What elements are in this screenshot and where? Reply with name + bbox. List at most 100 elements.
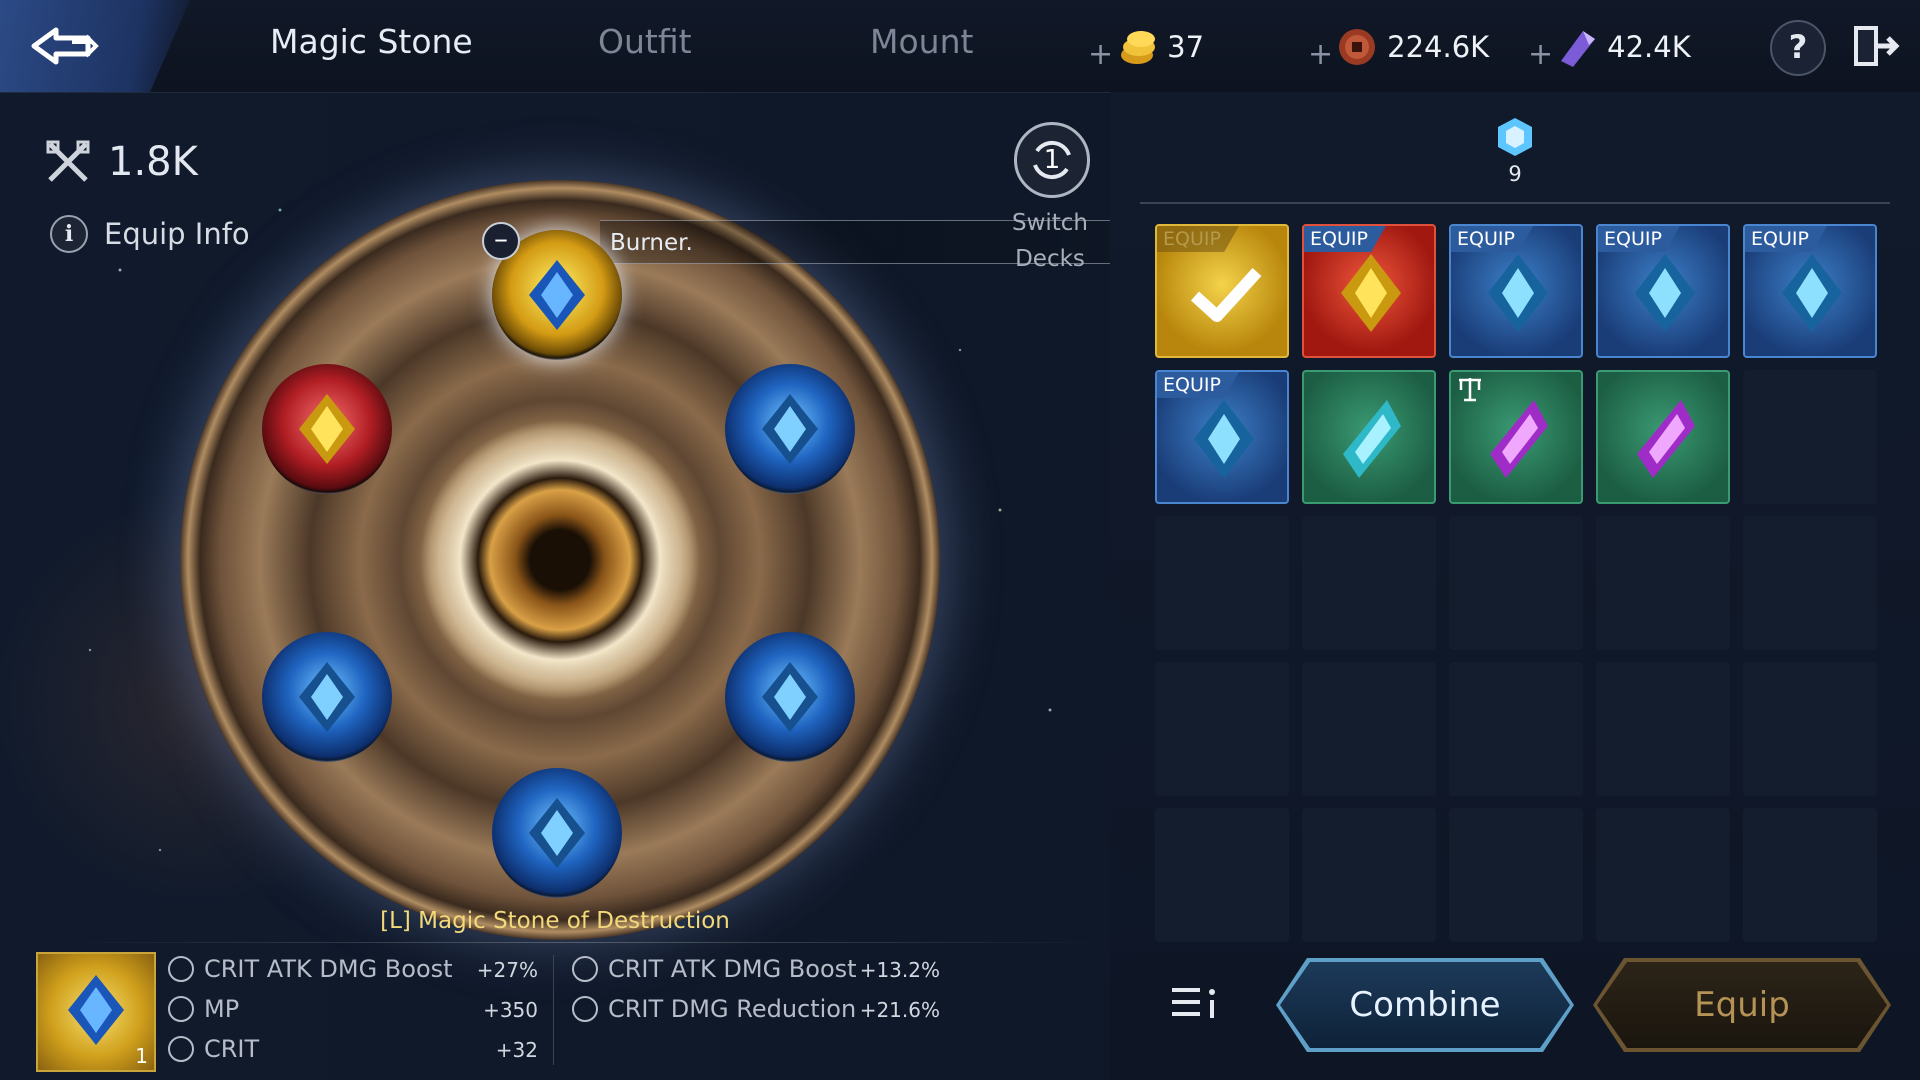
- combine-button[interactable]: Combine: [1280, 962, 1570, 1048]
- inventory-slot-empty[interactable]: [1743, 662, 1877, 796]
- inventory-slot-empty[interactable]: [1743, 516, 1877, 650]
- inventory-slot-empty[interactable]: [1743, 370, 1877, 504]
- stone-slot-lower-right[interactable]: [725, 632, 855, 762]
- equip-button[interactable]: Equip: [1597, 962, 1887, 1048]
- stat-value: +27%: [476, 958, 538, 982]
- tab-outfit[interactable]: Outfit: [598, 22, 692, 61]
- stat-value: +21.6%: [859, 998, 940, 1022]
- stone-slot-upper-left[interactable]: [262, 364, 392, 494]
- stone-slot-upper-right[interactable]: [725, 364, 855, 494]
- stone-slot-lower-left[interactable]: [262, 632, 392, 762]
- stat-label: CRIT: [204, 1035, 260, 1063]
- stone-slot-top[interactable]: –: [482, 222, 622, 360]
- crit-atk-icon: [572, 956, 598, 982]
- inventory-slot[interactable]: EQUIP: [1302, 224, 1436, 358]
- inventory-slot[interactable]: EQUIP: [1155, 224, 1289, 358]
- crit-atk-icon: [168, 956, 194, 982]
- add-currency-icon: +: [1308, 36, 1334, 72]
- switch-label-line2: Decks: [1015, 246, 1085, 272]
- stat-value: +32: [495, 1038, 538, 1062]
- blue-gem-icon: [1194, 400, 1254, 478]
- equip-tag: EQUIP: [1157, 226, 1239, 252]
- currency-gold-value: 37: [1167, 30, 1205, 64]
- inventory-slot[interactable]: EQUIP: [1449, 224, 1583, 358]
- currency-bronze-value: 224.6K: [1387, 30, 1490, 64]
- inventory-slot[interactable]: [1302, 370, 1436, 504]
- equip-tag: EQUIP: [1598, 226, 1680, 252]
- stat-label: CRIT ATK DMG Boost: [608, 955, 857, 983]
- currency-bronze[interactable]: + 224.6K: [1308, 22, 1489, 72]
- switch-decks-label: Switch Decks: [990, 205, 1110, 277]
- switch-decks-button[interactable]: 1: [1014, 122, 1090, 198]
- inventory-slot[interactable]: [1596, 370, 1730, 504]
- yellow-gem-icon: [299, 394, 355, 464]
- tab-magic-stone[interactable]: Magic Stone: [270, 22, 473, 61]
- equip-info-label: Equip Info: [104, 217, 250, 251]
- inventory-slot-empty[interactable]: [1449, 808, 1583, 942]
- inventory-slot-empty[interactable]: [1596, 808, 1730, 942]
- blue-gem-icon: [68, 975, 124, 1045]
- stat-row: CRIT DMG Reduction: [572, 995, 856, 1023]
- deck-gem-icon: [1498, 118, 1532, 156]
- inventory-slot-empty[interactable]: [1743, 808, 1877, 942]
- selected-stone-quantity: 1: [135, 1044, 148, 1068]
- combat-power-value: 1.8K: [108, 139, 198, 185]
- deck-count: 9: [1508, 162, 1522, 186]
- inventory-slot-empty[interactable]: [1449, 516, 1583, 650]
- inventory-slot-empty[interactable]: [1302, 516, 1436, 650]
- gold-coin-icon: [1121, 31, 1156, 64]
- inventory-slot-empty[interactable]: [1596, 516, 1730, 650]
- cyan-gem-icon: [1343, 400, 1401, 478]
- purple-gem-icon: [1637, 400, 1695, 478]
- blue-gem-icon: [299, 662, 355, 732]
- equip-info-button[interactable]: i Equip Info: [50, 215, 250, 253]
- inventory-slot[interactable]: [1449, 370, 1583, 504]
- inventory-slot-empty[interactable]: [1155, 662, 1289, 796]
- inventory-slot-empty[interactable]: [1302, 808, 1436, 942]
- currency-crystal[interactable]: + 42.4K: [1528, 22, 1691, 72]
- switch-decks-count: 1: [1043, 145, 1061, 175]
- combat-power: 1.8K: [44, 138, 198, 186]
- selected-stone-thumbnail[interactable]: 1: [36, 952, 156, 1072]
- burner-label: Burner.: [610, 230, 693, 256]
- blue-gem-icon: [762, 394, 818, 464]
- stat-row: CRIT: [168, 1035, 259, 1063]
- inventory-slot-empty[interactable]: [1449, 662, 1583, 796]
- inventory-slot-empty[interactable]: [1155, 808, 1289, 942]
- purple-crystal-icon: [1561, 31, 1596, 67]
- stat-value: +13.2%: [859, 958, 940, 982]
- blue-gem-icon: [1488, 254, 1548, 332]
- currency-gold[interactable]: + 37: [1088, 22, 1204, 72]
- crit-icon: [168, 1036, 194, 1062]
- stat-row: CRIT ATK DMG Boost: [168, 955, 453, 983]
- inventory-slot[interactable]: EQUIP: [1155, 370, 1289, 504]
- remove-icon[interactable]: –: [482, 222, 520, 260]
- inventory-slot-empty[interactable]: [1155, 516, 1289, 650]
- tab-mount[interactable]: Mount: [870, 22, 973, 61]
- divider: [60, 942, 1110, 943]
- add-currency-icon: +: [1088, 36, 1114, 72]
- inventory-slot-empty[interactable]: [1596, 662, 1730, 796]
- equip-tag: EQUIP: [1157, 372, 1239, 398]
- switch-label-line1: Switch: [1011, 210, 1089, 236]
- back-button[interactable]: [0, 0, 190, 92]
- exit-icon[interactable]: [1848, 20, 1900, 72]
- stat-label: CRIT DMG Reduction: [608, 995, 857, 1023]
- inventory-slot[interactable]: EQUIP: [1743, 224, 1877, 358]
- bronze-coin-icon: [1339, 29, 1376, 65]
- mp-icon: [168, 996, 194, 1022]
- currency-crystal-value: 42.4K: [1607, 30, 1691, 64]
- add-currency-icon: +: [1528, 36, 1554, 72]
- stone-slot-bottom[interactable]: [492, 768, 622, 898]
- equip-tag: EQUIP: [1451, 226, 1533, 252]
- stat-label: CRIT ATK DMG Boost: [204, 955, 453, 983]
- sort-list-icon[interactable]: [1170, 984, 1220, 1024]
- selected-stone-name: [L] Magic Stone of Destruction: [380, 908, 730, 934]
- help-button[interactable]: ?: [1770, 20, 1826, 76]
- stat-value: +350: [483, 998, 538, 1022]
- blue-gem-icon: [1635, 254, 1695, 332]
- inventory-slot[interactable]: EQUIP: [1596, 224, 1730, 358]
- stat-row: CRIT ATK DMG Boost: [572, 955, 857, 983]
- inventory-slot-empty[interactable]: [1302, 662, 1436, 796]
- top-bar: Magic Stone Outfit Mount + 37 + 224.6K +…: [0, 0, 1920, 93]
